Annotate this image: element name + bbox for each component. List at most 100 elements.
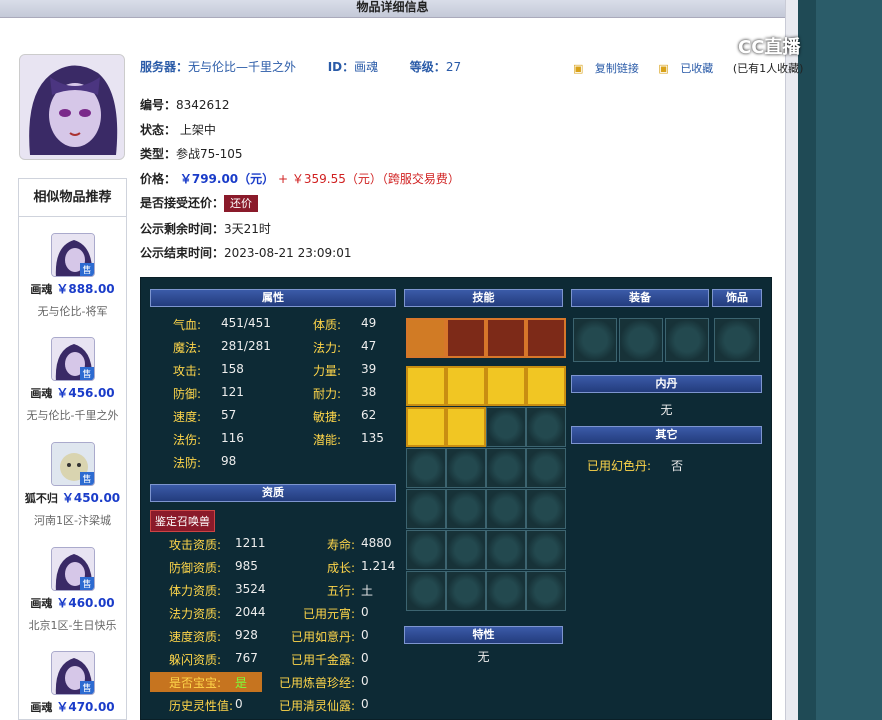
rec-name: 画魂 [30, 387, 53, 400]
rec-price: ￥460.00 [56, 596, 115, 610]
attr-label: 力量: [313, 364, 342, 378]
counter-row: 是否接受还价： 还价 [140, 194, 259, 212]
apt-value: 4880 [361, 536, 392, 550]
inner-core-header: 内丹 [571, 375, 762, 393]
scrollbar[interactable] [785, 0, 798, 720]
skill-slot-empty[interactable] [406, 530, 446, 570]
status-row: 状态： 上架中 [140, 121, 216, 138]
skill-slot[interactable] [406, 366, 446, 406]
price-plus: + [277, 172, 289, 186]
skill-slot-empty[interactable] [526, 407, 566, 447]
rec-server: 北京1区-生日快乐 [28, 619, 117, 632]
skill-slot[interactable] [446, 407, 486, 447]
appraise-button[interactable]: 鉴定召唤兽 [150, 510, 215, 532]
apt-value: 985 [235, 559, 258, 573]
rec-thumb: 售 [50, 233, 95, 277]
attr-label: 速度: [173, 410, 202, 424]
attr-value: 98 [221, 454, 237, 468]
apt-value: 928 [235, 628, 258, 642]
attributes-header: 属性 [150, 289, 396, 307]
skill-slot-empty[interactable] [486, 489, 526, 529]
attr-label: 防御: [173, 387, 202, 401]
pet-avatar [19, 54, 125, 160]
rec-item[interactable]: 售 画魂 ￥470.00 [19, 651, 126, 715]
sidebar-title: 相似物品推荐 [19, 179, 126, 217]
end-label: 公示结束时间： [140, 246, 225, 260]
apt-label: 已用元宵: [302, 607, 355, 621]
remain-row: 公示剩余时间：3天21时 [140, 220, 271, 237]
apt-label: 法力资质: [169, 607, 222, 621]
skill-slot-featured[interactable] [406, 318, 446, 358]
apt-label: 防御资质: [169, 561, 222, 575]
rec-item[interactable]: 售 狐不归 ￥450.00 河南1区-汴梁城 [19, 442, 126, 528]
skill-slot[interactable] [406, 407, 446, 447]
remain-value: 3天21时 [224, 222, 271, 236]
apt-value: 土 [361, 584, 374, 598]
end-row: 公示结束时间：2023-08-21 23:09:01 [140, 244, 351, 261]
other-label: 已用幻色丹: [587, 459, 652, 473]
counter-offer-button[interactable]: 还价 [224, 195, 259, 212]
skill-slot[interactable] [446, 366, 486, 406]
attr-value: 47 [361, 339, 377, 353]
attr-value: 62 [361, 408, 377, 422]
skill-slot-featured[interactable] [446, 318, 486, 358]
skill-slot-empty[interactable] [526, 571, 566, 611]
skill-slot-empty[interactable] [446, 530, 486, 570]
skill-slot-empty[interactable] [446, 571, 486, 611]
skill-slot-empty[interactable] [406, 448, 446, 488]
apt-value: 0 [235, 697, 243, 711]
rec-item[interactable]: 售 画魂 ￥456.00 无与伦比-千里之外 [19, 337, 126, 423]
price-value: ￥799.00（元） [179, 172, 275, 186]
code-row: 编号：8342612 [140, 96, 229, 113]
skill-slot-empty[interactable] [526, 489, 566, 529]
skill-slot-empty[interactable] [486, 407, 526, 447]
skill-slot-empty[interactable] [486, 448, 526, 488]
skill-slot[interactable] [486, 366, 526, 406]
rec-name: 画魂 [30, 283, 53, 296]
equipment-slot[interactable] [665, 318, 709, 362]
skill-slot[interactable] [526, 366, 566, 406]
link-icon: ▣ [573, 62, 584, 75]
item-actions: ▣ 复制链接 ▣ 已收藏 (已有1人收藏) [573, 60, 811, 76]
apt-value: 0 [361, 674, 369, 688]
apt-label: 是否宝宝: [169, 676, 222, 690]
attr-label: 敏捷: [313, 410, 342, 424]
other-value: 否 [671, 459, 684, 473]
rec-price: ￥470.00 [56, 700, 115, 714]
skill-slot-empty[interactable] [486, 571, 526, 611]
favorite-label: 已收藏 [680, 62, 714, 75]
apt-value: 0 [361, 605, 369, 619]
apt-value: 是 [235, 676, 248, 690]
skill-slot-empty[interactable] [526, 448, 566, 488]
rec-server: 无与伦比-将军 [37, 305, 108, 318]
sell-badge: 售 [80, 681, 94, 694]
skill-slot-empty[interactable] [526, 530, 566, 570]
price-row: 价格： ￥799.00（元） + ￥359.55（元）（跨服交易费） [140, 170, 460, 187]
copy-link-button[interactable]: ▣ 复制链接 [573, 62, 647, 75]
skill-slot-empty[interactable] [446, 448, 486, 488]
skill-slot-empty[interactable] [406, 489, 446, 529]
status-label: 状态： [140, 123, 177, 137]
watermark-logo: CC直播 [738, 37, 801, 58]
id-label: ID： [327, 60, 355, 74]
server-value: 无与伦比—千里之外 [188, 60, 297, 74]
rec-item[interactable]: 售 画魂 ￥460.00 北京1区-生日快乐 [19, 547, 126, 633]
apt-label: 已用千金露: [290, 653, 355, 667]
equipment-slot[interactable] [619, 318, 663, 362]
skill-slot-featured[interactable] [486, 318, 526, 358]
page-title-bar: 物品详细信息 [0, 0, 785, 18]
apt-label: 成长: [326, 561, 355, 575]
favorite-button[interactable]: ▣ 已收藏 [658, 62, 721, 75]
copy-link-label: 复制链接 [594, 62, 639, 75]
side-background-2 [816, 0, 882, 720]
ornament-header: 饰品 [712, 289, 762, 307]
skill-slot-empty[interactable] [406, 571, 446, 611]
skill-slot-empty[interactable] [446, 489, 486, 529]
apt-value: 767 [235, 651, 258, 665]
rec-item[interactable]: 售 画魂 ￥888.00 无与伦比-将军 [19, 233, 126, 319]
skill-slot-empty[interactable] [486, 530, 526, 570]
skill-slot-featured[interactable] [526, 318, 566, 358]
equipment-slot[interactable] [573, 318, 617, 362]
rec-name: 狐不归 [24, 492, 58, 505]
ornament-slot[interactable] [714, 318, 760, 362]
